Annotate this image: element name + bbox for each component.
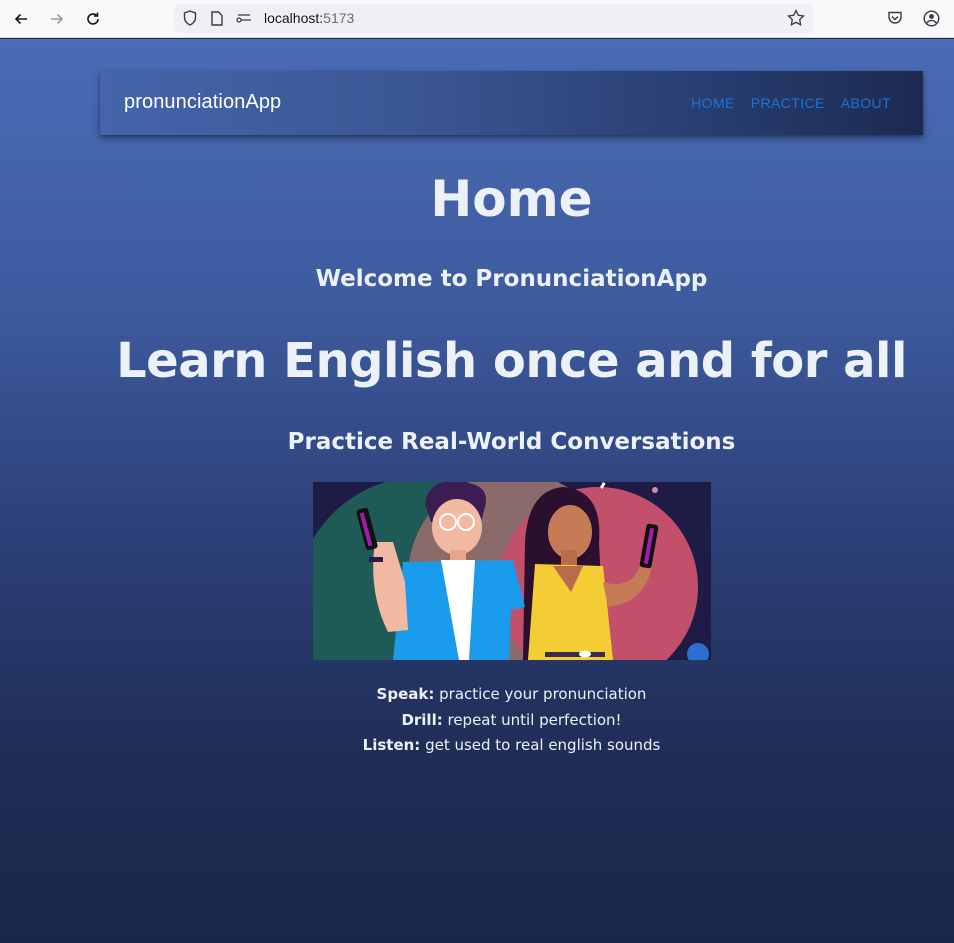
nav-about-link[interactable]: ABOUT xyxy=(833,89,899,117)
shield-icon[interactable] xyxy=(181,9,199,27)
brand-title[interactable]: pronunciationApp xyxy=(124,91,281,114)
star-icon[interactable] xyxy=(785,7,807,29)
nav-home-link[interactable]: HOME xyxy=(683,89,743,117)
app-bar: pronunciationApp HOME PRACTICE ABOUT xyxy=(100,71,923,135)
feature-label: Drill: xyxy=(401,710,443,729)
feature-list: Speak: practice your pronunciation Drill… xyxy=(100,682,923,759)
feature-label: Speak: xyxy=(376,685,435,703)
forward-icon[interactable] xyxy=(45,7,69,31)
headline: Learn English once and for all xyxy=(116,333,907,389)
subheadline: Practice Real-World Conversations xyxy=(287,429,736,455)
url-text[interactable]: localhost:5173 xyxy=(264,10,354,26)
welcome-heading: Welcome to PronunciationApp xyxy=(315,266,708,292)
browser-toolbar: localhost:5173 xyxy=(0,0,954,38)
feature-speak: Speak: practice your pronunciation xyxy=(100,682,923,708)
page-title: Home xyxy=(430,170,593,228)
nav-practice-link[interactable]: PRACTICE xyxy=(743,89,833,117)
feature-drill: Drill: repeat until perfection! xyxy=(100,708,923,734)
feature-text: repeat until perfection! xyxy=(442,710,622,729)
url-host: localhost: xyxy=(264,10,324,26)
connection-icon[interactable] xyxy=(235,9,253,27)
back-icon[interactable] xyxy=(9,7,33,31)
feature-text: practice your pronunciation xyxy=(434,685,647,703)
nav-links: HOME PRACTICE ABOUT xyxy=(683,71,899,135)
account-icon[interactable] xyxy=(921,8,941,28)
hero-illustration xyxy=(313,482,711,660)
page-icon[interactable] xyxy=(208,9,226,27)
url-port: 5173 xyxy=(323,10,355,26)
feature-text: get used to real english sounds xyxy=(420,736,661,754)
pocket-icon[interactable] xyxy=(885,8,905,28)
feature-listen: Listen: get used to real english sounds xyxy=(100,733,923,759)
url-bar[interactable]: localhost:5173 xyxy=(174,4,813,33)
feature-label: Listen: xyxy=(362,736,421,754)
page-viewport: pronunciationApp HOME PRACTICE ABOUT Hom… xyxy=(0,39,954,943)
reload-icon[interactable] xyxy=(81,7,105,31)
